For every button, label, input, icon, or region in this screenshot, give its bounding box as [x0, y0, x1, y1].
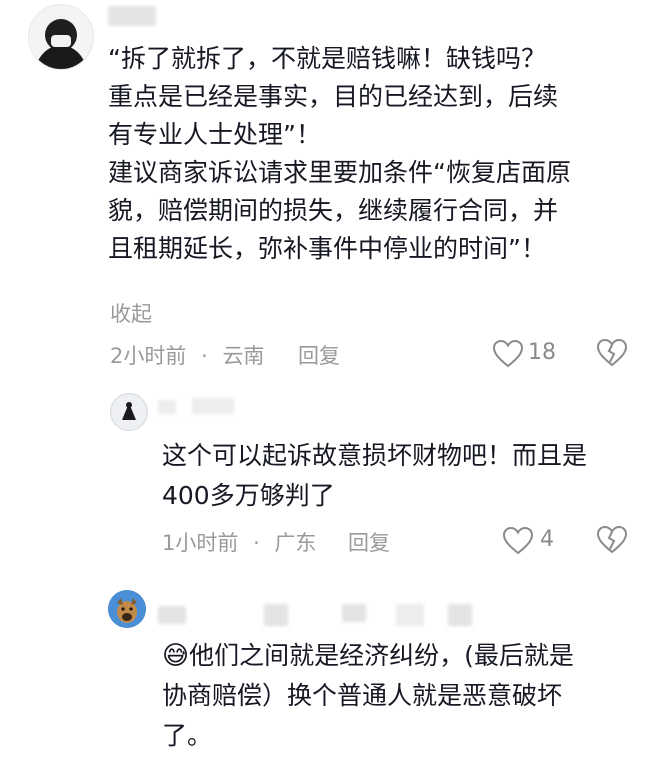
meta-separator: · — [253, 531, 260, 555]
reply-line: 协商赔偿）换个普通人就是恶意破坏 — [162, 681, 563, 710]
comment-line: 且租期延长，弥补事件中停业的时间”！ — [108, 234, 546, 263]
avatar[interactable] — [28, 4, 94, 70]
reply-time: 1小时前 — [162, 531, 239, 555]
username-masked[interactable] — [158, 606, 186, 624]
username-masked[interactable] — [264, 604, 288, 626]
dislike-button[interactable] — [596, 525, 628, 557]
username-masked[interactable] — [448, 604, 472, 626]
heart-icon — [502, 526, 534, 555]
avatar[interactable] — [110, 393, 148, 431]
like-button[interactable]: 4 — [502, 523, 562, 559]
reply-line-text: 他们之间就是经济纠纷，(最后就是 — [189, 641, 574, 670]
comment-meta: 2小时前 · 云南 — [110, 340, 264, 370]
avatar[interactable] — [108, 590, 146, 628]
username-masked[interactable] — [396, 604, 424, 626]
reply-line: 400多万够判了 — [162, 481, 335, 510]
comment-line: 重点是已经是事实，目的已经达到，后续 — [108, 82, 559, 111]
reply-location: 广东 — [274, 531, 317, 555]
reply-line: 这个可以起诉故意损坏财物吧！而且是 — [162, 441, 588, 470]
comment-text: “拆了就拆了，不就是赔钱嘛！缺钱吗？ 重点是已经是事实，目的已经达到，后续 有专… — [108, 40, 628, 268]
username-masked[interactable] — [192, 398, 234, 414]
dislike-button[interactable] — [596, 338, 628, 370]
username-masked[interactable] — [108, 6, 156, 26]
collapse-button[interactable]: 收起 — [110, 298, 152, 328]
sweat-smile-emoji-icon: 😅 — [162, 641, 190, 671]
like-count: 18 — [528, 340, 556, 365]
username-masked[interactable] — [342, 604, 366, 622]
reply-line: 😅他们之间就是经济纠纷，(最后就是 — [162, 636, 642, 676]
reply-line: 了。 — [162, 721, 213, 750]
reply-button[interactable]: 回复 — [298, 340, 340, 370]
reply-meta: 1小时前 · 广东 — [162, 527, 316, 557]
comment-line: “拆了就拆了，不就是赔钱嘛！缺钱吗？ — [108, 44, 546, 73]
meta-separator: · — [201, 344, 208, 368]
broken-heart-icon — [596, 525, 628, 554]
comment-line: 貌，赔偿期间的损失，继续履行合同，并 — [108, 196, 559, 225]
broken-heart-icon — [596, 338, 628, 367]
comment-line: 建议商家诉讼请求里要加条件“恢复店面原 — [108, 158, 571, 187]
reply-text: 这个可以起诉故意损坏财物吧！而且是 400多万够判了 — [162, 436, 642, 516]
like-count: 4 — [540, 527, 554, 552]
username-masked[interactable] — [158, 400, 176, 414]
reply-button[interactable]: 回复 — [348, 527, 390, 557]
comment-location: 云南 — [222, 344, 265, 368]
comment-time: 2小时前 — [110, 344, 187, 368]
comment-line: 有专业人士处理”！ — [108, 120, 321, 149]
reply-text: 😅他们之间就是经济纠纷，(最后就是 协商赔偿）换个普通人就是恶意破坏 了。 — [162, 636, 642, 756]
heart-icon — [492, 339, 524, 368]
like-button[interactable]: 18 — [492, 336, 562, 372]
